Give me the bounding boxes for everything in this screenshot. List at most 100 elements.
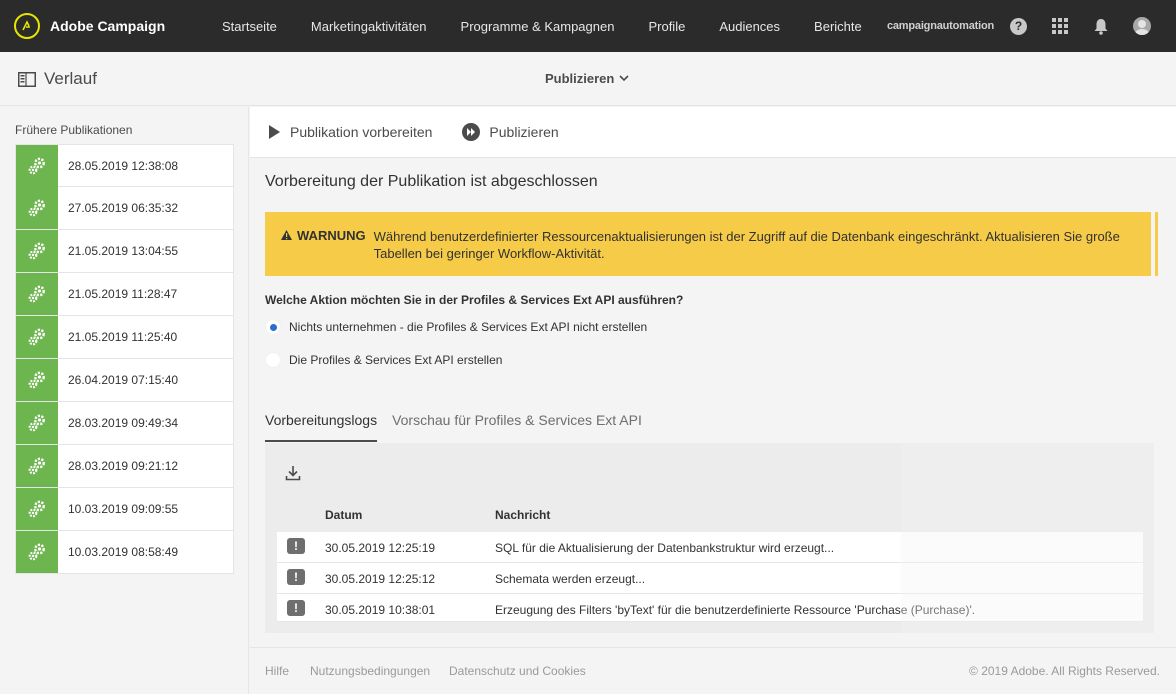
radio-create-api[interactable] [265,352,281,368]
option-do-nothing[interactable]: Nichts unternehmen - die Profiles & Serv… [265,319,647,335]
log-date: 30.05.2019 10:38:01 [325,603,436,617]
log-panel: Datum Nachricht ! 30.05.2019 12:25:19 SQL … [265,443,1154,633]
prepare-publication-button[interactable]: Publikation vorbereiten [268,124,432,140]
publication-item[interactable]: 10.03.2019 09:09:55 [15,488,234,531]
publication-date: 28.03.2019 09:49:34 [68,416,179,430]
gears-icon [16,273,58,315]
notifications-bell-icon[interactable] [1093,18,1109,35]
warning-banner-edge [1155,212,1158,276]
publication-date: 28.03.2019 09:21:12 [68,459,179,473]
gears-icon [16,230,58,272]
user-avatar[interactable] [1133,17,1151,35]
publication-date: 10.03.2019 08:58:49 [68,545,179,559]
warning-text: Während benutzerdefinierter Ressourcenak… [373,229,1120,261]
sub-header: Verlauf Publizieren [0,52,1176,106]
log-message: Schemata werden erzeugt... [495,572,646,586]
publication-date: 21.05.2019 11:28:47 [68,287,178,301]
status-title: Vorbereitung der Publikation ist abgesch… [265,173,598,190]
apps-grid-icon[interactable] [1052,18,1068,34]
nav-item-audiences[interactable]: Audiences [719,19,780,34]
gears-icon [16,359,58,401]
publication-item[interactable]: 27.05.2019 06:35:32 [15,187,234,230]
warning-label: WARNUNG [297,228,366,243]
publication-date: 28.05.2019 12:38:08 [68,158,179,173]
publication-date: 21.05.2019 11:25:40 [68,330,178,344]
publish-icon [462,123,481,141]
publication-item[interactable]: 26.04.2019 07:15:40 [15,359,234,402]
publish-label: Publizieren [489,124,559,140]
gears-icon [16,187,58,229]
gears-icon [16,488,58,530]
history-panel-toggle[interactable]: Verlauf [18,69,97,89]
info-message-icon: ! [287,538,305,554]
option-create-api-label: Die Profiles & Services Ext API erstelle… [289,353,503,367]
publication-item[interactable]: 21.05.2019 11:28:47 [15,273,234,316]
nav-item-programme-kampagnen[interactable]: Programme & Kampagnen [461,19,615,34]
publication-item[interactable]: 10.03.2019 08:58:49 [15,531,234,574]
publish-button[interactable]: Publizieren [462,123,559,141]
log-message: SQL für die Aktualisierung der Datenbank… [495,541,835,555]
log-table-body: ! 30.05.2019 12:25:19 SQL für die Aktualis… [277,532,1143,622]
publication-item[interactable]: 28.03.2019 09:21:12 [15,445,234,488]
panel-toggle-icon [18,71,36,87]
previous-publications-title: Frühere Publikationen [15,123,133,137]
copyright: © 2019 Adobe. All Rights Reserved. [969,664,1160,678]
log-message: Erzeugung des Filters 'byText' für die b… [495,603,976,617]
nav-right-controls: campaignautomation ? [887,0,1176,52]
nav-item-profile[interactable]: Profile [648,19,685,34]
adobe-campaign-logo-icon [14,13,40,39]
publication-item[interactable]: 28.05.2019 12:38:08 [15,144,234,187]
alert-triangle-icon [281,230,292,240]
footer-link-privacy[interactable]: Datenschutz und Cookies [449,664,586,678]
log-row[interactable]: ! 30.05.2019 12:25:19 SQL für die Aktualis… [277,532,1143,563]
warning-header: WARNUNG [281,228,366,276]
history-title: Verlauf [44,69,97,88]
log-row[interactable]: ! 30.05.2019 10:38:01 Erzeugung des Filter… [277,594,1143,622]
publish-dropdown-label: Publizieren [545,71,615,86]
footer-link-help[interactable]: Hilfe [265,664,289,678]
publish-dropdown[interactable]: Publizieren [545,71,629,86]
publication-date: 10.03.2019 09:09:55 [68,502,179,516]
play-icon [269,125,280,139]
footer: Hilfe Nutzungsbedingungen Datenschutz un… [250,647,1176,694]
nav-item-startseite[interactable]: Startseite [222,19,277,34]
footer-link-terms[interactable]: Nutzungsbedingungen [310,664,430,678]
log-tabs: Vorbereitungslogs Vorschau für Profiles … [265,412,657,442]
brand[interactable]: Adobe Campaign [14,13,204,39]
gears-icon [16,402,58,444]
prepare-publication-label: Publikation vorbereiten [290,124,433,140]
option-create-api[interactable]: Die Profiles & Services Ext API erstelle… [265,352,502,368]
log-date: 30.05.2019 12:25:19 [325,541,436,555]
publication-item[interactable]: 21.05.2019 13:04:55 [15,230,234,273]
nav-item-marketingaktivitaeten[interactable]: Marketingaktivitäten [311,19,427,34]
tab-preview-api[interactable]: Vorschau für Profiles & Services Ext API [392,412,642,442]
publication-date: 27.05.2019 06:35:32 [68,201,179,215]
nav-item-berichte[interactable]: Berichte [814,19,862,34]
gears-icon [16,531,58,573]
info-message-icon: ! [287,569,305,585]
publication-toolbar: Publikation vorbereiten Publizieren [250,107,1176,158]
download-icon[interactable] [285,465,301,481]
log-date: 30.05.2019 12:25:12 [325,572,436,586]
help-icon[interactable]: ? [1010,17,1027,35]
column-header-message[interactable]: Nachricht [495,508,550,522]
history-panel: Frühere Publikationen 28.05.2019 12:38:0… [0,107,249,694]
radio-do-nothing[interactable] [265,319,281,335]
info-message-icon: ! [287,600,305,616]
main-nav: Startseite Marketingaktivitäten Programm… [204,19,862,34]
log-row[interactable]: ! 30.05.2019 12:25:12 Schemata werden erze… [277,563,1143,594]
option-do-nothing-label: Nichts unternehmen - die Profiles & Serv… [289,320,648,334]
publication-list: 28.05.2019 12:38:08 27.05.2019 06:35:32 21… [15,144,234,574]
publication-item[interactable]: 28.03.2019 09:49:34 [15,402,234,445]
gears-icon [16,445,58,487]
main-content: Publikation vorbereiten Publizieren Vorb… [250,107,1176,694]
publication-date: 26.04.2019 07:15:40 [68,373,179,387]
column-header-date[interactable]: Datum [325,508,362,522]
warning-banner: WARNUNG Während benutzerdefinierter Ress… [265,212,1154,276]
top-navigation-bar: Adobe Campaign Startseite Marketingaktiv… [0,0,1176,52]
organization-name[interactable]: campaignautomation [887,20,994,32]
tab-preparation-logs[interactable]: Vorbereitungslogs [265,412,378,442]
gears-icon [16,144,58,187]
publication-date: 21.05.2019 13:04:55 [68,244,179,258]
publication-item[interactable]: 21.05.2019 11:25:40 [15,316,234,359]
